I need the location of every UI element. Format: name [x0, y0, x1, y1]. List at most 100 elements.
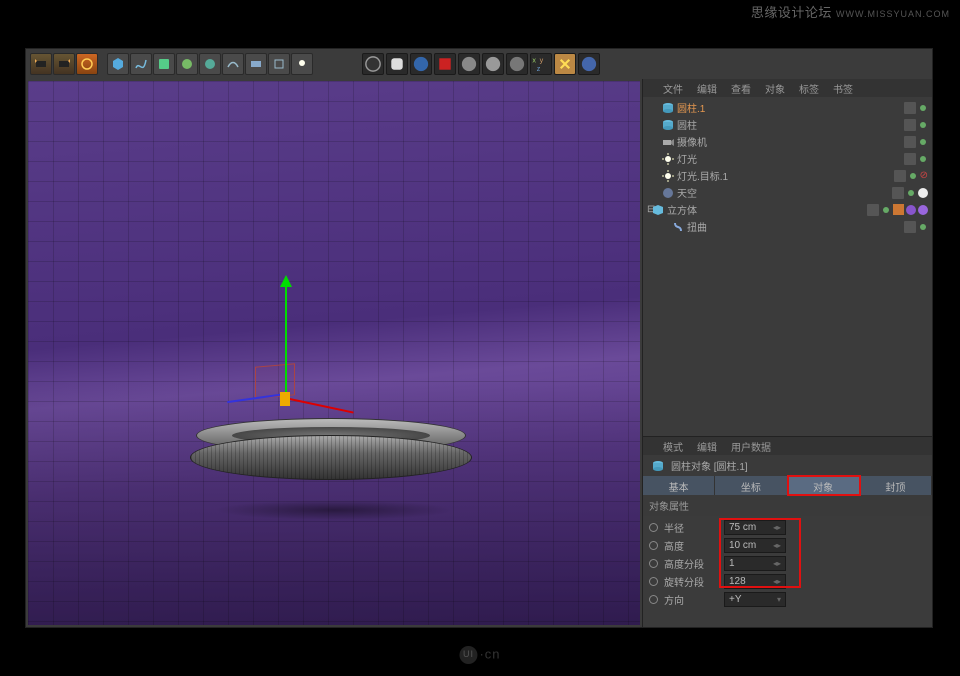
bend-icon — [671, 220, 684, 233]
svg-text:z: z — [537, 65, 541, 73]
attr-tab[interactable]: 对象 — [788, 476, 860, 495]
watermark-top: 思缘设计论坛 WWW.MISSYUAN.COM — [751, 2, 950, 21]
render-settings-button[interactable] — [268, 53, 290, 75]
tree-row[interactable]: 天空 — [643, 184, 932, 201]
tree-label: 圆柱.1 — [677, 100, 705, 115]
material-sphere-1[interactable] — [458, 53, 480, 75]
render-active-button[interactable] — [434, 53, 456, 75]
disc-shadow — [214, 500, 454, 520]
attr-label: 高度 — [664, 538, 718, 553]
tree-row[interactable]: ⊟立方体 — [643, 201, 932, 218]
cyl-icon — [661, 118, 674, 131]
viewport-3d[interactable] — [28, 81, 640, 625]
generator-button[interactable] — [153, 53, 175, 75]
attr-title: 圆柱对象 [圆柱.1] — [643, 455, 932, 476]
radio-icon[interactable] — [649, 523, 658, 532]
light-icon — [661, 152, 674, 165]
camera-button[interactable] — [222, 53, 244, 75]
cube-primitive-button[interactable] — [107, 53, 129, 75]
tab-edit-attr[interactable]: 编辑 — [691, 438, 723, 455]
material-sphere-2[interactable] — [482, 53, 504, 75]
tree-row[interactable]: 圆柱.1 — [643, 99, 932, 116]
attr-row: 高度分段 1◂▸ — [649, 554, 926, 572]
disc-side — [190, 435, 472, 480]
tree-row[interactable]: 扭曲 — [643, 218, 932, 235]
undo-button[interactable] — [30, 53, 52, 75]
attribute-manager: 模式 编辑 用户数据 圆柱对象 [圆柱.1] 基本坐标对象封顶 对象属性 半径7… — [643, 437, 932, 627]
render-region-button[interactable] — [386, 53, 408, 75]
attr-input[interactable]: 10 cm◂▸ — [724, 538, 786, 553]
globe-button[interactable] — [578, 53, 600, 75]
attr-input[interactable]: 1◂▸ — [724, 556, 786, 571]
material-sphere-3[interactable] — [506, 53, 528, 75]
deformer-button[interactable] — [176, 53, 198, 75]
tab-view[interactable]: 查看 — [725, 80, 757, 97]
cylinder-object[interactable] — [196, 418, 472, 520]
attr-label: 高度分段 — [664, 556, 718, 571]
tree-row[interactable]: 灯光.目标.1⊘ — [643, 167, 932, 184]
tree-row[interactable]: 摄像机 — [643, 133, 932, 150]
object-manager: 文件 编辑 查看 对象 标签 书签 圆柱.1 圆柱摄像机灯光灯光.目标.1⊘天空⊟… — [643, 79, 932, 437]
light-button[interactable] — [291, 53, 313, 75]
redo-button[interactable] — [53, 53, 75, 75]
spline-button[interactable] — [130, 53, 152, 75]
tree-label: 灯光.目标.1 — [677, 168, 728, 183]
attr-label: 方向 — [664, 592, 718, 607]
attr-tab[interactable]: 封顶 — [860, 476, 932, 495]
svg-text:x: x — [532, 57, 536, 65]
attr-input[interactable]: +Y▾ — [724, 592, 786, 607]
radio-icon[interactable] — [649, 541, 658, 550]
tab-bookmarks[interactable]: 书签 — [827, 80, 859, 97]
object-tree: 圆柱.1 圆柱摄像机灯光灯光.目标.1⊘天空⊟立方体 扭曲 — [643, 97, 932, 237]
cube-icon — [651, 203, 664, 216]
tree-row[interactable]: 灯光 — [643, 150, 932, 167]
watermark-bottom: UI·cn — [459, 646, 500, 664]
app-window: xyz — [25, 48, 933, 628]
tree-label: 天空 — [677, 185, 697, 200]
radio-icon[interactable] — [649, 577, 658, 586]
tab-tags[interactable]: 标签 — [793, 80, 825, 97]
attr-tab[interactable]: 基本 — [643, 476, 715, 495]
snap-button[interactable] — [554, 53, 576, 75]
tree-label: 圆柱 — [677, 117, 697, 132]
axis-button[interactable]: xyz — [530, 53, 552, 75]
axis-y-icon — [285, 277, 287, 397]
floor-button[interactable] — [245, 53, 267, 75]
radio-icon[interactable] — [649, 559, 658, 568]
attr-row: 高度 10 cm◂▸ — [649, 536, 926, 554]
tab-mode[interactable]: 模式 — [657, 438, 689, 455]
light-icon — [661, 169, 674, 182]
attr-section-header: 对象属性 — [643, 495, 932, 516]
attr-tabs-top: 模式 编辑 用户数据 — [643, 437, 932, 455]
tab-edit[interactable]: 编辑 — [691, 80, 723, 97]
tree-label: 摄像机 — [677, 134, 707, 149]
render-view-button[interactable] — [362, 53, 384, 75]
tab-file[interactable]: 文件 — [657, 80, 689, 97]
render-picture-button[interactable] — [410, 53, 432, 75]
attr-label: 旋转分段 — [664, 574, 718, 589]
tab-userdata[interactable]: 用户数据 — [725, 438, 777, 455]
environment-button[interactable] — [199, 53, 221, 75]
attr-row: 方向 +Y▾ — [649, 590, 926, 608]
radio-icon[interactable] — [649, 595, 658, 604]
cylinder-icon — [651, 459, 664, 472]
tab-object[interactable]: 对象 — [759, 80, 791, 97]
attr-row: 旋转分段 128◂▸ — [649, 572, 926, 590]
attr-tabs: 基本坐标对象封顶 — [643, 476, 932, 495]
attr-row: 半径75 cm◂▸ — [649, 518, 926, 536]
object-manager-tabs: 文件 编辑 查看 对象 标签 书签 — [643, 79, 932, 97]
viewport-container — [26, 79, 642, 627]
attr-input[interactable]: 128◂▸ — [724, 574, 786, 589]
tree-row[interactable]: 圆柱 — [643, 116, 932, 133]
cam-icon — [661, 135, 674, 148]
right-panel: 文件 编辑 查看 对象 标签 书签 圆柱.1 圆柱摄像机灯光灯光.目标.1⊘天空⊟… — [642, 79, 932, 627]
tree-label: 扭曲 — [687, 219, 707, 234]
ui-logo-icon: UI — [459, 646, 477, 664]
attr-tab[interactable]: 坐标 — [715, 476, 787, 495]
grid-overlay — [28, 81, 640, 625]
tree-label: 立方体 — [667, 202, 697, 217]
attr-input[interactable]: 75 cm◂▸ — [724, 520, 786, 535]
cyl-icon — [661, 101, 674, 114]
history-button[interactable] — [76, 53, 98, 75]
axis-center-icon — [280, 392, 290, 406]
